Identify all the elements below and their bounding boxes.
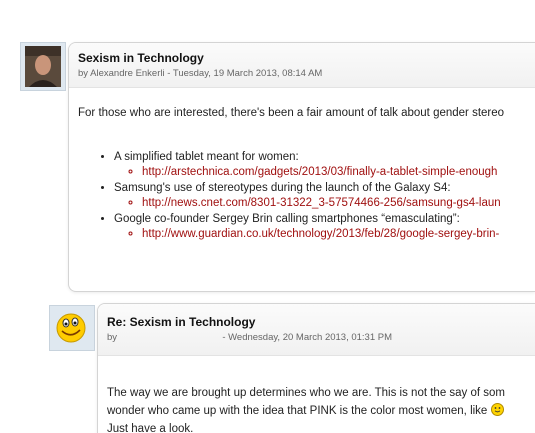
- author-avatar[interactable]: [20, 42, 66, 91]
- external-link[interactable]: http://news.cnet.com/8301-31322_3-575744…: [142, 197, 501, 209]
- list-item: Samsung's use of stereotypes during the …: [114, 181, 526, 210]
- forum-reply: Re: Sexism in Technology by - Wednesday,…: [97, 303, 535, 433]
- post-intro: For those who are interested, there's be…: [78, 107, 505, 119]
- post-header: Sexism in Technology by Alexandre Enkerl…: [69, 43, 535, 88]
- external-link[interactable]: http://arstechnica.com/gadgets/2013/03/f…: [142, 166, 497, 178]
- list-item-label: A simplified tablet meant for women:: [114, 151, 299, 163]
- post-line: Just have a look.: [107, 423, 194, 433]
- smiley-emoji-icon: [490, 403, 504, 416]
- post-content: For those who are interested, there's be…: [69, 105, 535, 241]
- user-photo-avatar-icon: [25, 46, 61, 87]
- list-item-label: Google co-founder Sergey Brin calling sm…: [114, 213, 460, 225]
- byline-date: - Wednesday, 20 March 2013, 01:31 PM: [222, 332, 393, 343]
- post-byline: by - Wednesday, 20 March 2013, 01:31 PM: [107, 332, 526, 343]
- post-byline: by Alexandre Enkerli - Tuesday, 19 March…: [78, 68, 323, 79]
- list-item-label: Samsung's use of stereotypes during the …: [114, 182, 451, 194]
- post-line: The way we are brought up determines who…: [107, 387, 506, 399]
- post-body: The way we are brought up determines who…: [107, 384, 526, 433]
- list-item: A simplified tablet meant for women: htt…: [114, 150, 526, 179]
- smiley-avatar-icon: [56, 313, 86, 343]
- byline-prefix: by: [107, 332, 118, 343]
- post-subject: Re: Sexism in Technology: [107, 315, 256, 329]
- post-line: wonder who came up with the idea that PI…: [107, 405, 488, 417]
- reply-author-avatar[interactable]: [49, 305, 95, 351]
- post-header: Re: Sexism in Technology by - Wednesday,…: [98, 304, 535, 356]
- external-link[interactable]: http://www.guardian.co.uk/technology/201…: [142, 228, 499, 240]
- link-list: A simplified tablet meant for women: htt…: [78, 150, 526, 241]
- list-item: Google co-founder Sergey Brin calling sm…: [114, 212, 526, 241]
- forum-post: Sexism in Technology by Alexandre Enkerl…: [68, 42, 535, 292]
- post-subject: Sexism in Technology: [78, 51, 204, 65]
- post-content: The way we are brought up determines who…: [98, 384, 535, 433]
